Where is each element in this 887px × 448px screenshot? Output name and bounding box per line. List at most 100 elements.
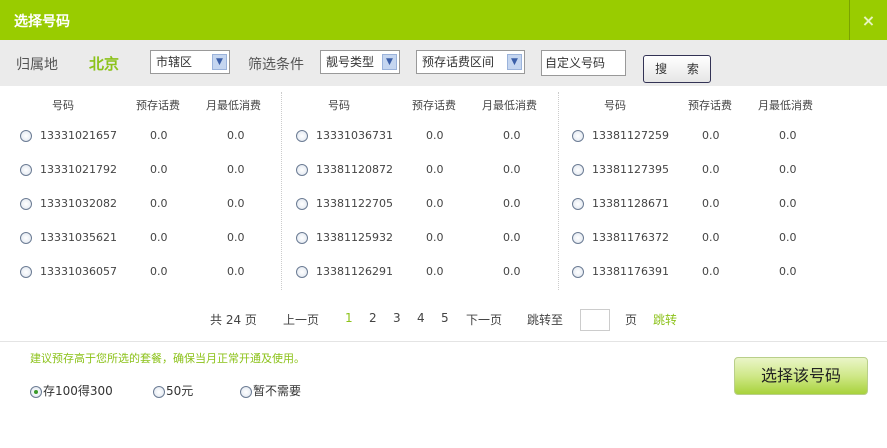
min-fee-value: 0.0 — [779, 197, 797, 210]
chevron-down-icon: ▼ — [382, 54, 397, 70]
min-fee-value: 0.0 — [779, 231, 797, 244]
phone-number[interactable]: 13381125932 — [316, 231, 393, 244]
page-link-2[interactable]: 2 — [369, 311, 377, 325]
radio[interactable] — [153, 385, 165, 398]
deposit-value: 0.0 — [150, 163, 168, 176]
number-radio[interactable] — [296, 130, 308, 142]
phone-number[interactable]: 13331036731 — [316, 129, 393, 142]
deposit-value: 0.0 — [702, 231, 720, 244]
deposit-value: 0.0 — [702, 197, 720, 210]
title-bar: 选择号码 × — [0, 0, 887, 40]
radio[interactable] — [240, 385, 252, 398]
number-radio[interactable] — [296, 232, 308, 244]
min-fee-value: 0.0 — [227, 197, 245, 210]
option-label: 暂不需要 — [253, 384, 302, 398]
page-link-3[interactable]: 3 — [393, 311, 401, 325]
phone-number[interactable]: 13381120872 — [316, 163, 393, 176]
number-radio[interactable] — [572, 232, 584, 244]
min-fee-value: 0.0 — [227, 265, 245, 278]
phone-number[interactable]: 13331036057 — [40, 265, 117, 278]
chevron-down-icon: ▼ — [507, 54, 522, 70]
option-none[interactable]: 暂不需要 — [240, 382, 301, 399]
option-50[interactable]: 50元 — [153, 382, 193, 399]
district-value: 市辖区 — [156, 55, 193, 69]
phone-number[interactable]: 13381127395 — [592, 163, 669, 176]
next-page-link[interactable]: 下一页 — [466, 311, 502, 328]
header-deposit: 预存话费 — [136, 99, 180, 112]
phone-number[interactable]: 13331032082 — [40, 197, 117, 210]
header-deposit: 预存话费 — [412, 99, 456, 112]
header-number: 号码 — [52, 99, 74, 112]
deposit-value: 0.0 — [702, 265, 720, 278]
deposit-value: 0.0 — [150, 197, 168, 210]
number-radio[interactable] — [572, 266, 584, 278]
page-link-1[interactable]: 1 — [345, 311, 353, 325]
phone-number[interactable]: 13381176372 — [592, 231, 669, 244]
header-deposit: 预存话费 — [688, 99, 732, 112]
header-min-fee: 月最低消费 — [758, 99, 813, 112]
search-button[interactable]: 搜 索 — [643, 55, 711, 83]
number-radio[interactable] — [572, 130, 584, 142]
header-min-fee: 月最低消费 — [206, 99, 261, 112]
phone-number[interactable]: 13331021657 — [40, 129, 117, 142]
number-radio[interactable] — [572, 198, 584, 210]
type-select[interactable]: 靓号类型 ▼ — [320, 50, 400, 74]
column-divider — [558, 92, 559, 290]
min-fee-value: 0.0 — [503, 163, 521, 176]
min-fee-value: 0.0 — [779, 129, 797, 142]
phone-number[interactable]: 13331035621 — [40, 231, 117, 244]
number-radio[interactable] — [296, 198, 308, 210]
min-fee-value: 0.0 — [503, 231, 521, 244]
page-link-4[interactable]: 4 — [417, 311, 425, 325]
jump-page-input[interactable] — [580, 309, 610, 331]
phone-number[interactable]: 13381128671 — [592, 197, 669, 210]
jump-label: 跳转至 — [527, 313, 564, 327]
option-deposit-100[interactable]: 存100得300 — [30, 382, 113, 399]
number-radio[interactable] — [20, 198, 32, 210]
min-fee-value: 0.0 — [227, 231, 245, 244]
phone-number[interactable]: 13331021792 — [40, 163, 117, 176]
min-fee-value: 0.0 — [503, 197, 521, 210]
min-fee-value: 0.0 — [503, 265, 521, 278]
select-number-button[interactable]: 选择该号码 — [734, 357, 868, 395]
prev-page-link[interactable]: 上一页 — [283, 311, 319, 328]
number-radio[interactable] — [20, 232, 32, 244]
min-fee-value: 0.0 — [227, 163, 245, 176]
deposit-value: 0.0 — [426, 231, 444, 244]
radio-selected[interactable] — [30, 385, 42, 398]
option-label: 存100得300 — [43, 384, 113, 398]
min-fee-value: 0.0 — [503, 129, 521, 142]
custom-number-input[interactable]: 自定义号码 — [541, 50, 626, 76]
district-select[interactable]: 市辖区 ▼ — [150, 50, 230, 74]
fee-range-value: 预存话费区间 — [422, 55, 495, 69]
min-fee-value: 0.0 — [779, 265, 797, 278]
jump-link[interactable]: 跳转 — [653, 311, 677, 328]
phone-number[interactable]: 13381126291 — [316, 265, 393, 278]
deposit-value: 0.0 — [426, 197, 444, 210]
number-radio[interactable] — [296, 266, 308, 278]
header-min-fee: 月最低消费 — [482, 99, 537, 112]
close-icon[interactable]: × — [849, 0, 887, 40]
deposit-value: 0.0 — [702, 163, 720, 176]
number-radio[interactable] — [572, 164, 584, 176]
fee-range-select[interactable]: 预存话费区间 ▼ — [416, 50, 525, 74]
deposit-value: 0.0 — [426, 265, 444, 278]
number-radio[interactable] — [20, 266, 32, 278]
phone-number[interactable]: 13381122705 — [316, 197, 393, 210]
number-radio[interactable] — [20, 130, 32, 142]
page-unit: 页 — [625, 313, 638, 327]
phone-number[interactable]: 13381176391 — [592, 265, 669, 278]
deposit-tip: 建议预存高于您所选的套餐，确保当月正常开通及使用。 — [30, 352, 305, 365]
header-number: 号码 — [604, 99, 626, 112]
deposit-value: 0.0 — [150, 265, 168, 278]
number-radio[interactable] — [296, 164, 308, 176]
column-divider — [281, 92, 282, 290]
option-label: 50元 — [166, 384, 194, 398]
number-radio[interactable] — [20, 164, 32, 176]
deposit-value: 0.0 — [426, 129, 444, 142]
phone-number[interactable]: 13381127259 — [592, 129, 669, 142]
page-total: 共 24 页 — [210, 313, 257, 327]
filter-label: 筛选条件 — [248, 57, 304, 73]
min-fee-value: 0.0 — [779, 163, 797, 176]
page-link-5[interactable]: 5 — [441, 311, 449, 325]
